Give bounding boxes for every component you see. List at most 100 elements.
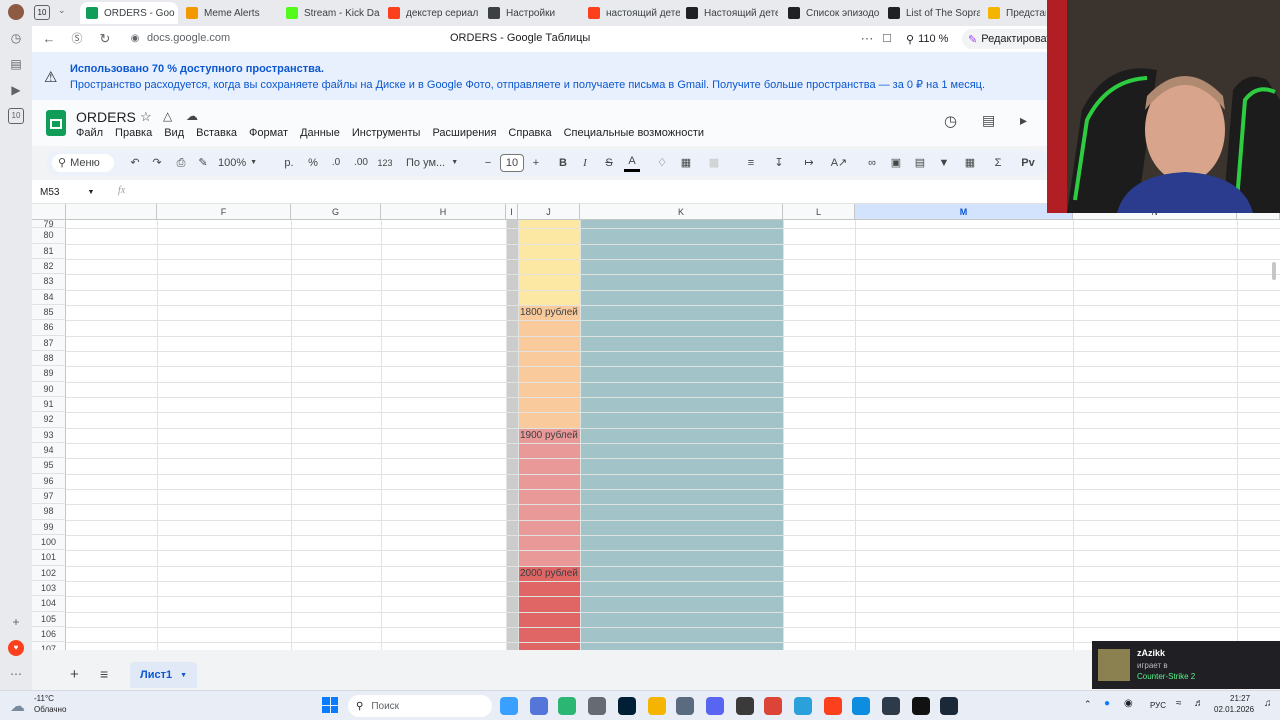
row-header[interactable]: 102 <box>32 565 66 581</box>
row-header[interactable]: 106 <box>32 626 66 643</box>
row-header[interactable]: 98 <box>32 504 66 520</box>
percent-format-button[interactable]: % <box>306 154 320 172</box>
app-icon[interactable] <box>676 697 694 715</box>
decrease-decimal-button[interactable]: .0 <box>328 154 344 172</box>
browser-tab[interactable]: ORDERS - Goo <box>80 2 178 24</box>
input-tools-icon[interactable]: Pv <box>1016 154 1040 172</box>
menu-item[interactable]: Справка <box>508 127 551 139</box>
version-history-icon[interactable]: ◷ <box>944 112 957 130</box>
microphone-icon[interactable]: ● <box>1104 698 1110 709</box>
font-size-decrease-icon[interactable]: − <box>482 154 494 172</box>
row-header[interactable]: 88 <box>32 350 66 367</box>
tab-count-badge[interactable]: 10 <box>34 5 50 20</box>
profile-avatar[interactable] <box>8 4 24 20</box>
chevron-down-icon[interactable]: ⌄ <box>58 5 66 16</box>
yandex-services-icon[interactable]: ♥ <box>8 640 24 656</box>
browser-tab[interactable]: Stream - Kick Das <box>280 2 380 24</box>
filter-icon[interactable]: ▼ <box>936 154 952 172</box>
steam-icon[interactable] <box>940 697 958 715</box>
row-header[interactable]: 92 <box>32 412 66 428</box>
zoom-select[interactable]: 100% ▼ <box>218 154 270 172</box>
menu-item[interactable]: Специальные возможности <box>564 127 704 139</box>
menu-item[interactable]: Инструменты <box>352 127 421 139</box>
row-header[interactable]: 87 <box>32 335 66 351</box>
currency-format-button[interactable]: р. <box>282 154 296 172</box>
telegram-icon[interactable] <box>794 697 812 715</box>
taskbar-search[interactable]: ⚲ Поиск <box>348 695 492 717</box>
collections-icon[interactable]: ▤ <box>8 56 24 72</box>
row-header[interactable]: 100 <box>32 534 66 551</box>
price-label[interactable]: 2000 рублей <box>520 568 578 579</box>
browser-tab[interactable]: Настройки <box>482 2 580 24</box>
spreadsheet-grid[interactable]: 79 80 81 82 83 84 85 86 87 88 89 90 91 92 93 94 95 96 97 98… <box>32 204 1280 650</box>
row-header[interactable]: 99 <box>32 519 66 535</box>
insert-comment-icon[interactable]: ▣ <box>888 154 904 172</box>
row-header[interactable]: 94 <box>32 442 66 459</box>
sidebar-tabs-badge[interactable]: 10 <box>8 108 24 124</box>
clock-time[interactable]: 21:27 <box>1230 694 1250 703</box>
cloud-status-icon[interactable]: ☁ <box>186 109 198 123</box>
text-wrap-icon[interactable]: ↦ <box>798 154 820 172</box>
column-header[interactable]: M <box>855 204 1073 220</box>
browser-tab[interactable]: List of The Sopran <box>882 2 980 24</box>
move-to-folder-icon[interactable]: △ <box>163 109 172 123</box>
yandex-logo-icon[interactable]: Ⓢ <box>68 30 86 48</box>
merge-cells-icon[interactable]: ▩ <box>702 154 726 172</box>
yandex-browser-icon[interactable] <box>824 697 842 715</box>
vertical-scrollbar[interactable] <box>1272 262 1276 280</box>
column-header[interactable]: L <box>783 204 855 220</box>
browser-tab[interactable]: настоящий детек <box>582 2 680 24</box>
price-band-yellow[interactable] <box>518 220 580 305</box>
undo-icon[interactable]: ↶ <box>128 154 142 172</box>
row-header[interactable]: 107 <box>32 642 66 650</box>
wifi-icon[interactable]: ≈ <box>1176 698 1182 709</box>
more-icon[interactable]: ⋯ <box>858 30 876 48</box>
browser-tab[interactable]: декстер сериал - <box>382 2 480 24</box>
edit-button[interactable]: ✎ Редактироват <box>962 29 1058 49</box>
all-sheets-icon[interactable]: ≡ <box>100 666 108 682</box>
add-icon[interactable]: + <box>8 614 24 630</box>
insert-chart-icon[interactable]: ▤ <box>912 154 928 172</box>
row-header[interactable]: 103 <box>32 580 66 597</box>
fill-color-icon[interactable]: ♢ <box>654 154 670 172</box>
column-header[interactable]: J <box>518 204 580 220</box>
media-play-icon[interactable]: ▶ <box>8 82 24 98</box>
row-header[interactable]: 95 <box>32 458 66 474</box>
row-header[interactable]: 101 <box>32 550 66 566</box>
menu-search[interactable]: ⚲ Меню <box>52 154 114 172</box>
row-header[interactable]: 80 <box>32 228 66 244</box>
desktop-icon[interactable] <box>530 697 548 715</box>
row-header[interactable]: 86 <box>32 320 66 336</box>
site-info-icon[interactable]: ◉ <box>126 30 144 48</box>
windows-start-icon[interactable] <box>322 697 338 713</box>
row-header[interactable]: 84 <box>32 289 66 305</box>
bookmark-icon[interactable]: ☐ <box>878 30 896 48</box>
add-sheet-icon[interactable]: + <box>70 666 79 683</box>
row-header[interactable]: 104 <box>32 596 66 612</box>
formula-input[interactable] <box>142 184 1042 200</box>
row-header[interactable]: 81 <box>32 243 66 259</box>
capcut-icon[interactable] <box>912 697 930 715</box>
row-header[interactable]: 105 <box>32 611 66 627</box>
functions-icon[interactable]: Σ <box>990 154 1006 172</box>
browser-tab[interactable]: Список эпизодо <box>782 2 880 24</box>
row-header[interactable]: 91 <box>32 396 66 413</box>
row-header[interactable]: 83 <box>32 274 66 290</box>
reload-icon[interactable]: ↻ <box>96 30 114 48</box>
doc-title[interactable]: ORDERS <box>76 109 136 125</box>
notifications-bell-icon[interactable]: ♫ <box>1264 698 1272 709</box>
row-header[interactable]: 96 <box>32 473 66 489</box>
menu-item[interactable]: Вставка <box>196 127 237 139</box>
menu-item[interactable]: Вид <box>164 127 184 139</box>
column-header[interactable]: I <box>506 204 518 220</box>
price-label[interactable]: 1900 рублей <box>520 430 578 441</box>
increase-decimal-button[interactable]: .00 <box>352 154 370 172</box>
column-i-fill[interactable] <box>506 220 518 650</box>
row-header[interactable]: 97 <box>32 488 66 505</box>
bold-button[interactable]: B <box>556 154 570 172</box>
resolve-icon[interactable] <box>882 697 900 715</box>
zoom-indicator[interactable]: ⚲ 110 % <box>906 30 948 48</box>
menu-item[interactable]: Правка <box>115 127 152 139</box>
photoshop-icon[interactable] <box>618 697 636 715</box>
file-explorer-icon[interactable] <box>648 697 666 715</box>
